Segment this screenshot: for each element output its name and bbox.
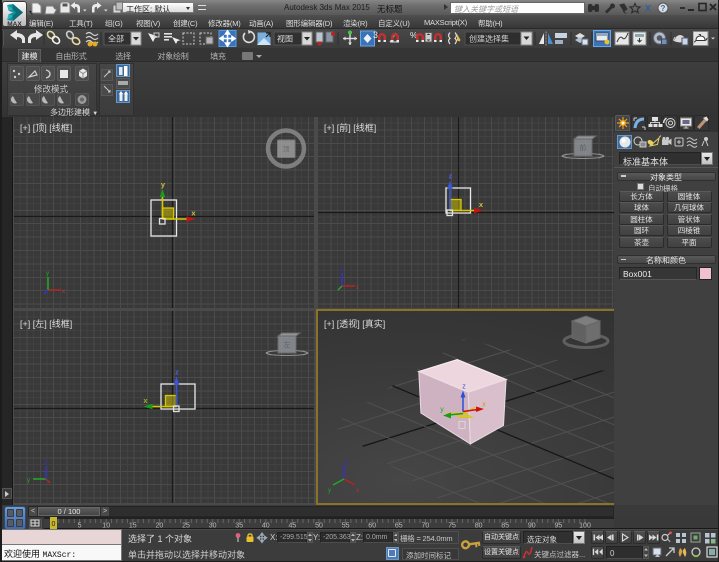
svg-text:z: z (345, 459, 348, 465)
svg-text:左: 左 (284, 340, 291, 349)
svg-text:y: y (328, 488, 331, 494)
svg-text:x: x (356, 488, 359, 494)
svg-text:创建选择集: 创建选择集 (469, 34, 509, 44)
svg-text:x: x (143, 396, 148, 405)
svg-text:y: y (27, 478, 30, 484)
svg-text:y: y (440, 407, 444, 414)
svg-text:X: X (645, 4, 651, 14)
svg-text:y: y (161, 180, 166, 189)
svg-text:x: x (356, 285, 359, 291)
svg-text:3: 3 (373, 30, 378, 40)
svg-text:z: z (44, 460, 47, 466)
svg-text:z: z (462, 384, 466, 391)
svg-text:全部: 全部 (108, 34, 124, 44)
svg-text:x: x (479, 200, 484, 209)
svg-text:x: x (482, 402, 486, 409)
svg-text:x: x (62, 289, 65, 295)
svg-text:z: z (175, 368, 179, 377)
svg-text:前: 前 (580, 143, 587, 152)
svg-text:顶: 顶 (283, 146, 290, 154)
svg-text:y: y (46, 271, 49, 277)
svg-text:0: 0 (52, 521, 56, 528)
svg-text:MAX: MAX (7, 21, 22, 27)
svg-text:z: z (340, 267, 343, 273)
svg-text:z: z (449, 172, 453, 181)
svg-text:视图: 视图 (277, 34, 293, 44)
svg-text:?: ? (661, 4, 666, 13)
